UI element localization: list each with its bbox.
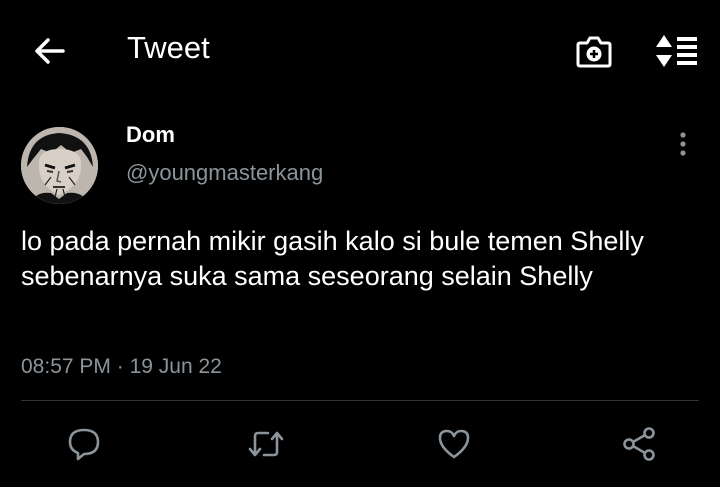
avatar[interactable] xyxy=(21,127,98,204)
author-name[interactable]: Dom xyxy=(126,122,175,148)
more-vertical-icon xyxy=(680,132,686,156)
sort-button[interactable] xyxy=(654,33,700,69)
like-button[interactable] xyxy=(434,424,474,464)
retweet-button[interactable] xyxy=(246,424,286,464)
reply-icon xyxy=(68,428,100,461)
back-button[interactable] xyxy=(30,33,70,69)
page-title: Tweet xyxy=(127,30,210,65)
author-handle[interactable]: @youngmasterkang xyxy=(126,160,323,186)
reply-button[interactable] xyxy=(64,424,104,464)
share-button[interactable] xyxy=(620,424,660,464)
arrow-left-icon xyxy=(35,38,65,64)
camera-plus-icon xyxy=(576,36,612,68)
like-icon xyxy=(438,429,470,459)
tweet-timestamp: 08:57 PM · 19 Jun 22 xyxy=(21,355,222,379)
share-icon xyxy=(623,427,655,461)
tweet-text: lo pada pernah mikir gasih kalo si bule … xyxy=(21,226,644,291)
top-bar: Tweet xyxy=(0,0,720,100)
divider xyxy=(21,400,699,401)
camera-button[interactable] xyxy=(574,31,614,71)
more-options-button[interactable] xyxy=(670,130,696,158)
tweet-date: 19 Jun 22 xyxy=(129,355,222,378)
timestamp-separator: · xyxy=(116,355,124,378)
sort-list-icon xyxy=(656,35,697,67)
retweet-icon xyxy=(248,431,284,457)
tweet-time: 08:57 PM xyxy=(21,355,111,378)
